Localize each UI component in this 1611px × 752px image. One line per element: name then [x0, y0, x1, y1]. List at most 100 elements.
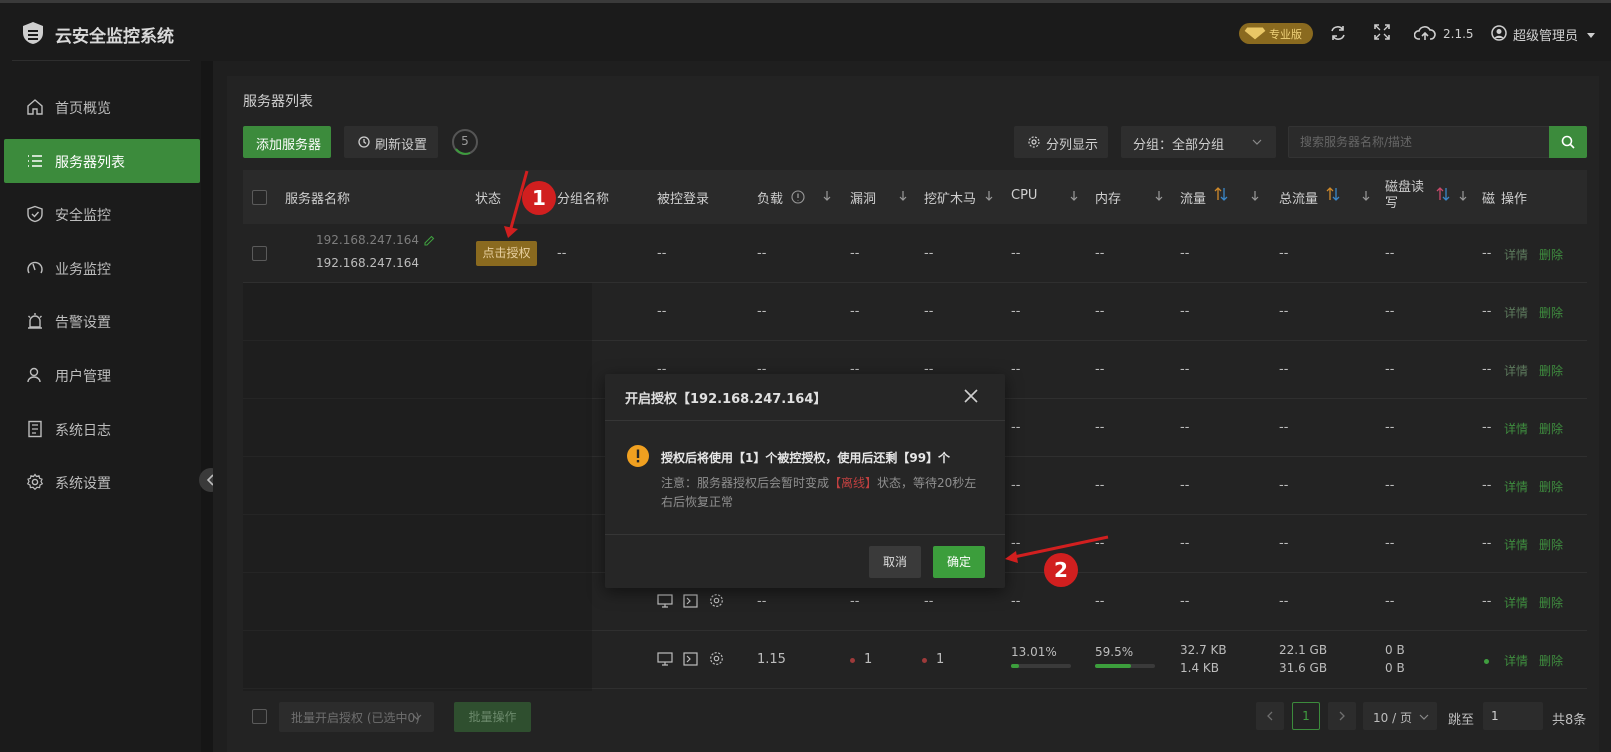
jump-page-input[interactable]: 1: [1483, 702, 1543, 730]
sidebar-item-alarm[interactable]: 告警设置: [4, 299, 200, 343]
cancel-button[interactable]: 取消: [869, 546, 921, 578]
dialog-title: 开启授权【192.168.247.164】: [625, 392, 827, 407]
sidebar-item-label: 安全监控: [55, 208, 111, 224]
sort-down-icon[interactable]: [822, 190, 832, 202]
page-1[interactable]: 1: [1292, 702, 1320, 730]
page-size-select[interactable]: 10 / 页: [1363, 702, 1437, 730]
info-icon[interactable]: [791, 190, 805, 204]
delete-link[interactable]: 删除: [1539, 362, 1563, 379]
row-checkbox[interactable]: [252, 246, 267, 261]
user-menu[interactable]: 超级管理员: [1513, 25, 1596, 44]
gear-icon[interactable]: [709, 593, 724, 608]
delete-link[interactable]: 删除: [1539, 478, 1563, 495]
refresh-icon[interactable]: [1329, 24, 1347, 42]
cell-load: 1.15: [757, 652, 786, 667]
sort-down-icon[interactable]: [1069, 190, 1079, 202]
batch-action-select[interactable]: 批量开启授权 (已选中0): [279, 702, 434, 732]
cell-disk: --: [1482, 304, 1492, 319]
sidebar-item-logs[interactable]: 系统日志: [4, 407, 200, 451]
sort-updown-icon[interactable]: [1436, 186, 1450, 202]
user-name: 超级管理员: [1513, 29, 1579, 44]
sidebar-item-security[interactable]: 安全监控: [4, 192, 200, 236]
detail-link[interactable]: 详情: [1504, 652, 1528, 669]
cell-miner: --: [924, 304, 934, 319]
total-count: 共8条: [1552, 713, 1587, 728]
group-select[interactable]: 分组：全部分组: [1121, 126, 1276, 158]
sort-down-icon[interactable]: [984, 190, 994, 202]
detail-link[interactable]: 详情: [1504, 594, 1528, 611]
sort-down-icon[interactable]: [1154, 190, 1164, 202]
sidebar-item-users[interactable]: 用户管理: [4, 353, 200, 397]
detail-link[interactable]: 详情: [1504, 304, 1528, 321]
col-total-traffic: 总流量: [1279, 192, 1319, 207]
list-icon: [28, 155, 42, 167]
detail-link[interactable]: 详情: [1504, 420, 1528, 437]
cpu-progress: [1011, 664, 1071, 668]
search-button[interactable]: [1549, 126, 1587, 158]
terminal-icon[interactable]: [683, 652, 698, 666]
jump-label: 跳至: [1448, 713, 1475, 728]
fullscreen-icon[interactable]: [1374, 24, 1390, 40]
sort-down-icon[interactable]: [898, 190, 908, 202]
authorize-button[interactable]: 点击授权: [476, 241, 537, 266]
monitor-icon[interactable]: [657, 594, 673, 608]
cell-vuln: 1: [864, 652, 873, 667]
loading-overlay: [243, 283, 592, 691]
detail-link[interactable]: 详情: [1504, 536, 1528, 553]
diamond-icon: [1243, 26, 1267, 41]
search-input[interactable]: 搜索服务器名称/描述: [1288, 126, 1550, 158]
chevron-down-icon: [1587, 33, 1596, 38]
cell-disk: --: [1482, 362, 1492, 377]
next-page-button[interactable]: [1328, 702, 1356, 730]
delete-link[interactable]: 删除: [1539, 536, 1563, 553]
close-icon[interactable]: [963, 388, 979, 404]
edition-badge[interactable]: 专业版: [1239, 23, 1313, 44]
detail-link[interactable]: 详情: [1504, 246, 1528, 263]
cell-vuln: --: [850, 594, 860, 609]
terminal-icon[interactable]: [683, 594, 698, 608]
cloud-upload-icon[interactable]: [1414, 25, 1436, 41]
refresh-settings-button[interactable]: 刷新设置: [344, 126, 438, 158]
col-server-name: 服务器名称: [285, 192, 351, 207]
shield-icon: [27, 205, 43, 223]
column-display-button[interactable]: 分列显示: [1014, 126, 1108, 158]
footer-select-all-checkbox[interactable]: [252, 709, 267, 724]
cell-cpu: --: [1011, 420, 1021, 435]
sidebar-item-home[interactable]: 首页概览: [4, 85, 200, 129]
edit-icon[interactable]: [424, 235, 435, 246]
sidebar-item-settings[interactable]: 系统设置: [4, 460, 200, 504]
sidebar-item-label: 首页概览: [55, 101, 111, 117]
sort-updown-icon[interactable]: [1326, 186, 1340, 202]
user-icon: [27, 367, 41, 383]
select-all-checkbox[interactable]: [252, 190, 267, 205]
prev-page-button[interactable]: [1256, 702, 1284, 730]
delete-link[interactable]: 删除: [1539, 652, 1563, 669]
add-server-button[interactable]: 添加服务器: [243, 126, 331, 158]
monitor-icon[interactable]: [657, 652, 673, 666]
cpu-progress-fill: [1011, 664, 1019, 668]
batch-operate-button[interactable]: 批量操作: [454, 702, 531, 732]
delete-link[interactable]: 删除: [1539, 246, 1563, 263]
gear-icon[interactable]: [709, 651, 724, 666]
sidebar-item-server-list[interactable]: 服务器列表: [4, 139, 200, 183]
edition-badge-label: 专业版: [1269, 28, 1302, 41]
user-icon[interactable]: [1491, 25, 1507, 41]
cell-load: --: [757, 246, 767, 261]
cell-login: --: [657, 304, 667, 319]
detail-link[interactable]: 详情: [1504, 362, 1528, 379]
mem-progress: [1095, 664, 1155, 668]
cell-total-traffic: --: [1279, 536, 1289, 551]
confirm-button[interactable]: 确定: [933, 546, 985, 578]
delete-link[interactable]: 删除: [1539, 594, 1563, 611]
detail-link[interactable]: 详情: [1504, 478, 1528, 495]
cell-disk: --: [1482, 594, 1492, 609]
sort-updown-icon[interactable]: [1214, 186, 1228, 202]
sort-down-icon[interactable]: [1250, 190, 1260, 202]
sort-down-icon[interactable]: [1458, 190, 1468, 202]
delete-link[interactable]: 删除: [1539, 304, 1563, 321]
delete-link[interactable]: 删除: [1539, 420, 1563, 437]
server-name-dim: 192.168.247.164: [316, 233, 420, 247]
sidebar-item-business[interactable]: 业务监控: [4, 246, 200, 290]
sort-down-icon[interactable]: [1361, 190, 1371, 202]
mem-progress-fill: [1095, 664, 1131, 668]
